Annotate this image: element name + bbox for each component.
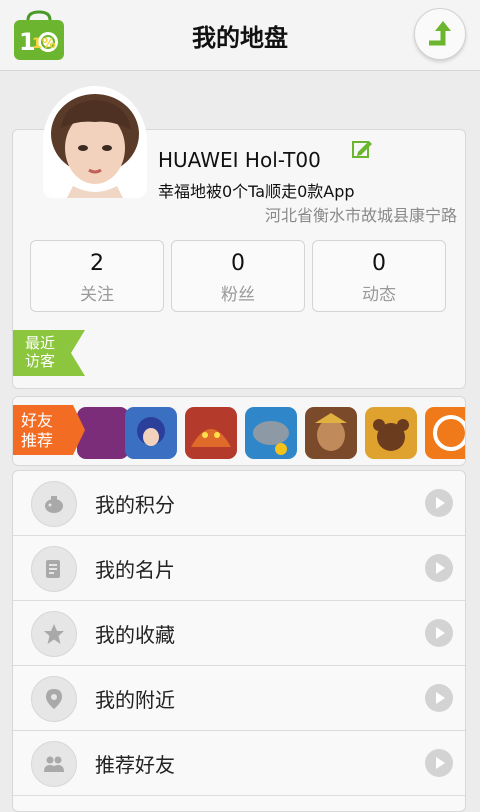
share-button[interactable] [414,8,466,60]
app-header: 1 1% 我的地盘 [0,0,480,71]
chevron-right-icon [425,489,453,517]
stat-value: 0 [372,251,386,276]
menu-item-nearby[interactable]: 我的附近 [13,666,465,731]
recommended-app-icon[interactable] [425,407,465,459]
avatar[interactable] [43,86,147,198]
star-icon [31,611,77,657]
page-title: 我的地盘 [192,24,288,52]
menu-item-recommend-friends[interactable]: 推荐好友 [13,731,465,796]
piggy-bank-icon [31,481,77,527]
friend-recommend-tag[interactable]: 好友推荐 [13,405,95,455]
friends-icon [31,741,77,787]
stat-value: 0 [231,251,245,276]
stat-following[interactable]: 2 关注 [30,240,164,312]
location-text: 河北省衡水市故城县康宁路 [264,206,457,225]
menu-item-card[interactable]: 我的名片 [13,536,465,601]
stat-activity[interactable]: 0 动态 [312,240,446,312]
chevron-right-icon [425,554,453,582]
upload-arrow-icon [429,21,451,46]
chevron-right-icon [425,749,453,777]
recommended-app-icon[interactable] [245,407,297,459]
menu-item-label: 推荐好友 [95,753,175,777]
menu-list: 我的积分 我的名片 我的收藏 我的附近 推荐好友 [12,470,466,812]
recent-visitors-tag[interactable]: 最近访客 [13,330,85,376]
stat-label: 关注 [80,285,114,305]
stat-label: 动态 [362,285,396,305]
recommended-app-icon[interactable] [365,407,417,459]
stat-label: 粉丝 [221,285,255,305]
recommended-app-icon[interactable] [125,407,177,459]
menu-item-points[interactable]: 我的积分 [13,471,465,536]
profile-card: HUAWEI Hol-T00 幸福地被0个Ta顺走0款App 河北省衡水市故城县… [12,86,466,389]
edit-icon[interactable] [351,138,373,164]
menu-item-label: 我的附近 [95,688,175,712]
friend-recommend-label: 好友推荐 [21,411,54,450]
chevron-right-icon [425,684,453,712]
chevron-right-icon [425,619,453,647]
recommended-app-icon[interactable] [185,407,237,459]
recommended-app-icon[interactable] [305,407,357,459]
location-pin-icon [31,676,77,722]
menu-item-label: 我的积分 [95,493,175,517]
friend-recommend-strip: 好友推荐 [12,396,466,466]
tagline: 幸福地被0个Ta顺走0款App [158,182,355,201]
stat-followers[interactable]: 0 粉丝 [171,240,305,312]
menu-item-label: 我的名片 [95,558,175,582]
card-icon [31,546,77,592]
recent-visitors-label: 最近访客 [25,334,56,370]
menu-item-favorites[interactable]: 我的收藏 [13,601,465,666]
username: HUAWEI Hol-T00 [158,148,321,172]
stat-value: 2 [90,251,104,276]
menu-item-label: 我的收藏 [95,623,175,647]
